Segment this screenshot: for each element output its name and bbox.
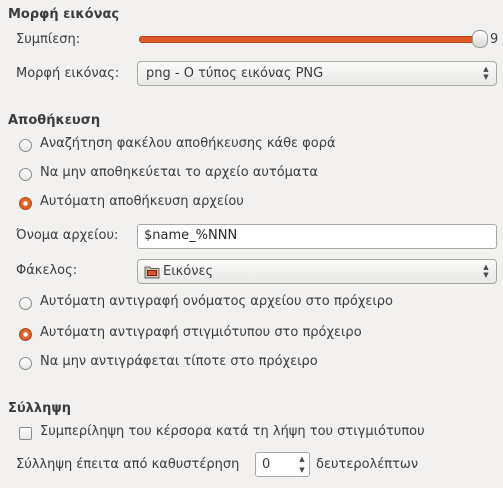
combo-arrows-icon: ▲ ▼: [483, 263, 489, 279]
image-format-section-title: Μορφή εικόνας: [8, 7, 120, 22]
radio-ask-folder[interactable]: [19, 139, 32, 152]
folder-label: Φάκελος:: [16, 263, 78, 278]
radio-no-autosave-label[interactable]: Να μην αποθηκεύεται το αρχείο αυτόματα: [40, 165, 318, 180]
radio-ask-folder-label[interactable]: Αναζήτηση φακέλου αποθήκευσης κάθε φορά: [40, 136, 336, 151]
compression-value: 9: [490, 32, 499, 47]
delay-label: Σύλληψη έπειτα από καθυστέρηση: [16, 457, 240, 472]
include-cursor-label[interactable]: Συμπερίληψη του κέρσορα κατά τη λήψη του…: [40, 424, 425, 439]
radio-autosave[interactable]: [19, 197, 32, 210]
format-combobox-value: png - Ο τύπος εικόνας PNG: [146, 66, 324, 81]
format-combobox[interactable]: png - Ο τύπος εικόνας PNG ▲ ▼: [137, 61, 497, 86]
radio-copy-screenshot[interactable]: [19, 328, 32, 341]
compression-slider[interactable]: [139, 36, 481, 43]
spin-arrows-icon[interactable]: ▲ ▼: [297, 455, 307, 474]
folder-combobox-value: Εικόνες: [163, 264, 214, 279]
folder-combobox[interactable]: Εικόνες ▲ ▼: [137, 259, 497, 284]
pictures-folder-icon: [144, 265, 160, 279]
radio-autosave-label[interactable]: Αυτόματη αποθήκευση αρχείου: [40, 194, 244, 209]
radio-copy-filename-label[interactable]: Αυτόματη αντιγραφή ονόματος αρχείου στο …: [40, 294, 393, 309]
format-label: Μορφή εικόνας:: [16, 66, 120, 81]
radio-copy-nothing-label[interactable]: Να μην αντιγράφεται τίποτε στο πρόχειρο: [40, 354, 318, 369]
radio-no-autosave[interactable]: [19, 168, 32, 181]
combo-arrows-icon: ▲ ▼: [483, 65, 489, 81]
radio-copy-filename[interactable]: [19, 297, 32, 310]
compression-slider-handle[interactable]: [472, 30, 488, 48]
include-cursor-checkbox[interactable]: [19, 427, 32, 440]
compression-label: Συμπίεση:: [16, 32, 81, 47]
capture-section-title: Σύλληψη: [8, 401, 71, 416]
delay-unit-label: δευτερολέπτων: [316, 457, 419, 472]
filename-input[interactable]: $name_%NNN: [137, 224, 497, 249]
delay-value: 0: [262, 457, 271, 472]
save-section-title: Αποθήκευση: [8, 113, 101, 128]
delay-spinbutton[interactable]: 0 ▲ ▼: [255, 452, 310, 477]
radio-copy-screenshot-label[interactable]: Αυτόματη αντιγραφή στιγμιότυπου στο πρόχ…: [40, 325, 362, 340]
radio-copy-nothing[interactable]: [19, 357, 32, 370]
filename-label: Όνομα αρχείου:: [16, 228, 119, 243]
